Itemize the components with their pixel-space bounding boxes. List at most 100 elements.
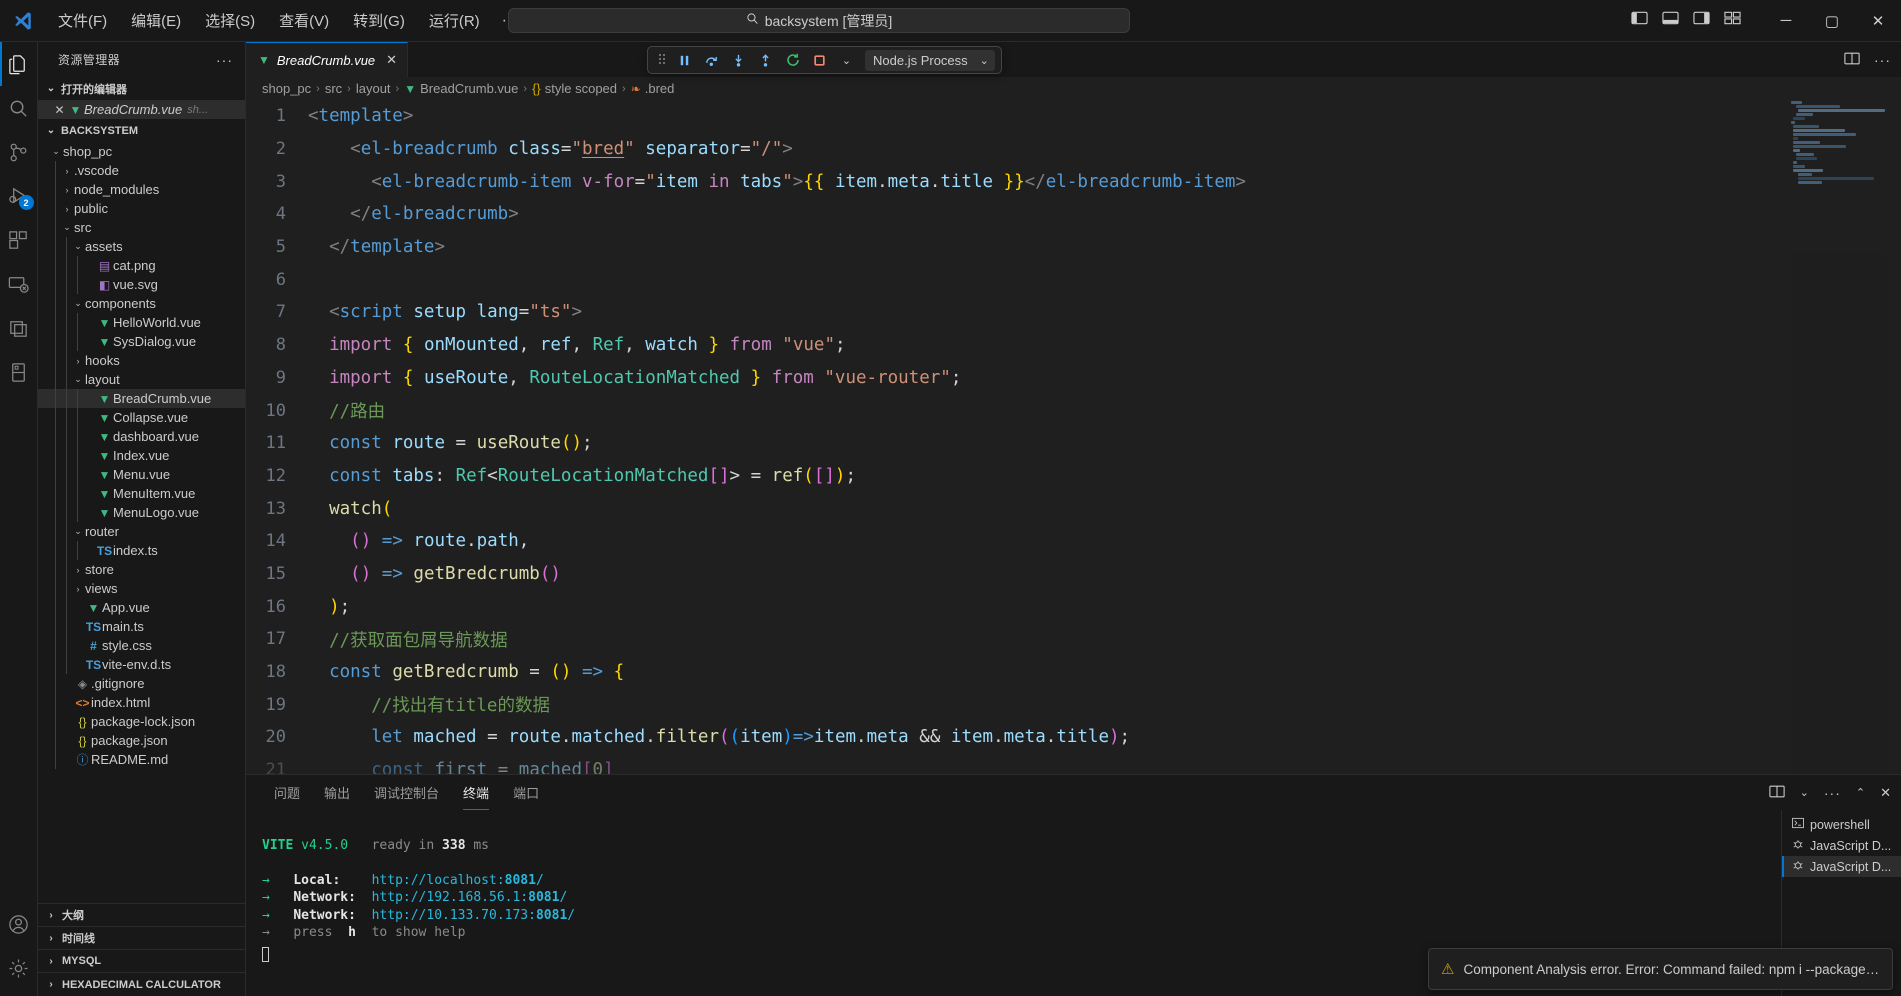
terminal-item-javascript-debug-1[interactable]: JavaScript D...	[1782, 835, 1901, 856]
tree-item-vue-svg[interactable]: ◧ vue.svg	[38, 275, 245, 294]
tree-item-router[interactable]: ⌄ router	[38, 522, 245, 541]
activity-search-icon[interactable]	[0, 86, 38, 130]
accounts-icon[interactable]	[0, 902, 38, 946]
chevron-down-icon[interactable]: ⌄	[49, 146, 63, 157]
tree-item-menu-vue[interactable]: ▼ Menu.vue	[38, 465, 245, 484]
minimap[interactable]	[1791, 100, 1887, 774]
breadcrumb-item-bred-rule[interactable]: ❧ .bred	[631, 81, 675, 96]
chevron-right-icon[interactable]: ›	[71, 356, 85, 366]
panel-left-icon[interactable]	[1631, 10, 1648, 31]
sidebar-more-actions-icon[interactable]: ···	[216, 52, 237, 68]
chevron-down-icon[interactable]: ⌄	[71, 374, 85, 385]
tab-close-icon[interactable]: ✕	[386, 52, 397, 68]
breadcrumb-item-style-scoped[interactable]: {} style scoped	[532, 81, 617, 96]
panel-tab-problems[interactable]: 问题	[262, 775, 312, 810]
tree-item-sysdialog-vue[interactable]: ▼ SysDialog.vue	[38, 332, 245, 351]
open-editor-item-breadcrumb-vue[interactable]: ✕ ▼ BreadCrumb.vue sh...	[38, 100, 245, 119]
chevron-down-icon[interactable]: ⌄	[71, 526, 85, 537]
sidebar-panel-timeline[interactable]: › 时间线	[38, 927, 245, 950]
sidebar-panel-hex-calculator[interactable]: › HEXADECIMAL CALCULATOR	[38, 973, 245, 996]
debug-toolbar[interactable]: ⌄ Node.js Process ⌄	[647, 46, 1002, 74]
network-port[interactable]: 8081	[528, 890, 559, 905]
network-url-suffix[interactable]: /	[567, 908, 575, 923]
menu-go[interactable]: 转到(G)	[341, 6, 417, 35]
maximize-button[interactable]: ▢	[1809, 0, 1855, 42]
chevron-down-icon[interactable]: ⌄	[44, 125, 58, 136]
tree-item-helloworld-vue[interactable]: ▼ HelloWorld.vue	[38, 313, 245, 332]
section-workspace-backsystem[interactable]: ⌄ BACKSYSTEM	[38, 119, 245, 142]
code-editor[interactable]: 1 <template> 2 <el-breadcrumb class="bred…	[246, 100, 1901, 774]
breadcrumb-item-shop-pc[interactable]: shop_pc	[262, 81, 311, 96]
restart-icon[interactable]	[780, 48, 805, 72]
tree-item-index-ts[interactable]: TS index.ts	[38, 541, 245, 560]
stop-icon[interactable]	[807, 48, 832, 72]
tree-item-layout[interactable]: ⌄ layout	[38, 370, 245, 389]
network-url-suffix[interactable]: /	[559, 890, 567, 905]
menu-view[interactable]: 查看(V)	[267, 6, 341, 35]
breadcrumb-item-breadcrumb-vue[interactable]: ▼ BreadCrumb.vue	[404, 81, 518, 96]
activity-database-icon[interactable]	[0, 306, 38, 350]
menu-selection[interactable]: 选择(S)	[193, 6, 267, 35]
tree-item-node-modules[interactable]: › node_modules	[38, 180, 245, 199]
network-url[interactable]: http://192.168.56.1:	[372, 890, 529, 905]
sidebar-panel-outline[interactable]: › 大纲	[38, 904, 245, 927]
editor-more-actions-icon[interactable]: ···	[1874, 52, 1891, 68]
tree-item-vscode[interactable]: › .vscode	[38, 161, 245, 180]
activity-source-control-icon[interactable]	[0, 130, 38, 174]
panel-bottom-icon[interactable]	[1662, 10, 1679, 31]
chevron-down-icon[interactable]: ⌄	[1800, 786, 1809, 799]
breadcrumb-item-src[interactable]: src	[325, 81, 342, 96]
chevron-right-icon[interactable]: ›	[71, 584, 85, 594]
local-port[interactable]: 8081	[505, 873, 536, 888]
chevron-down-icon[interactable]: ⌄	[71, 241, 85, 252]
menu-file[interactable]: 文件(F)	[46, 6, 119, 35]
chevron-right-icon[interactable]: ›	[44, 910, 58, 921]
tree-item-shop-pc[interactable]: ⌄ shop_pc	[38, 142, 245, 161]
panel-tab-ports[interactable]: 端口	[501, 775, 551, 810]
local-url[interactable]: http://localhost:	[372, 873, 505, 888]
layout-grid-icon[interactable]	[1724, 10, 1741, 31]
tree-item-public[interactable]: › public	[38, 199, 245, 218]
tree-item-views[interactable]: › views	[38, 579, 245, 598]
tree-item-package-json[interactable]: {} package.json	[38, 731, 245, 750]
minimize-button[interactable]: ─	[1763, 0, 1809, 42]
code-content[interactable]: 1 <template> 2 <el-breadcrumb class="bred…	[246, 100, 1901, 774]
tree-item-menulogo-vue[interactable]: ▼ MenuLogo.vue	[38, 503, 245, 522]
close-panel-icon[interactable]: ✕	[1880, 785, 1891, 801]
tree-item-src[interactable]: ⌄ src	[38, 218, 245, 237]
terminal-item-powershell[interactable]: powershell	[1782, 814, 1901, 835]
panel-more-icon[interactable]: ···	[1824, 785, 1841, 801]
chevron-right-icon[interactable]: ›	[44, 956, 58, 967]
tree-item-style-css[interactable]: # style.css	[38, 636, 245, 655]
tree-item-app-vue[interactable]: ▼ App.vue	[38, 598, 245, 617]
split-terminal-icon[interactable]	[1769, 784, 1785, 802]
menu-edit[interactable]: 编辑(E)	[119, 6, 193, 35]
tree-item-menuitem-vue[interactable]: ▼ MenuItem.vue	[38, 484, 245, 503]
tree-item-breadcrumb-vue[interactable]: ▼ BreadCrumb.vue	[38, 389, 245, 408]
panel-tab-debug-console[interactable]: 调试控制台	[362, 775, 451, 810]
tree-item-hooks[interactable]: › hooks	[38, 351, 245, 370]
network-port[interactable]: 8081	[536, 908, 567, 923]
editor-tab-breadcrumb-vue[interactable]: ▼ BreadCrumb.vue ✕	[246, 42, 409, 77]
tree-item-readme-md[interactable]: ⓘ README.md	[38, 750, 245, 769]
activity-explorer-icon[interactable]	[0, 42, 38, 86]
tree-item-index-html[interactable]: <> index.html	[38, 693, 245, 712]
chevron-down-icon[interactable]: ⌄	[44, 83, 58, 94]
tree-item-dashboard-vue[interactable]: ▼ dashboard.vue	[38, 427, 245, 446]
activity-extensions-icon[interactable]	[0, 218, 38, 262]
tree-item-main-ts[interactable]: TS main.ts	[38, 617, 245, 636]
chevron-down-icon[interactable]: ⌄	[60, 222, 74, 233]
chevron-right-icon[interactable]: ›	[60, 204, 74, 214]
split-editor-icon[interactable]	[1844, 51, 1860, 69]
chevron-down-icon[interactable]: ⌄	[71, 298, 85, 309]
tree-item-index-vue[interactable]: ▼ Index.vue	[38, 446, 245, 465]
terminal-item-javascript-debug-2[interactable]: JavaScript D...	[1782, 856, 1901, 877]
pause-icon[interactable]	[672, 48, 697, 72]
chevron-right-icon[interactable]: ›	[71, 565, 85, 575]
tree-item-components[interactable]: ⌄ components	[38, 294, 245, 313]
menu-run[interactable]: 运行(R)	[417, 6, 492, 35]
close-button[interactable]: ✕	[1855, 0, 1901, 42]
activity-calculator-icon[interactable]	[0, 350, 38, 394]
panel-right-icon[interactable]	[1693, 10, 1710, 31]
sidebar-panel-mysql[interactable]: › MYSQL	[38, 950, 245, 973]
